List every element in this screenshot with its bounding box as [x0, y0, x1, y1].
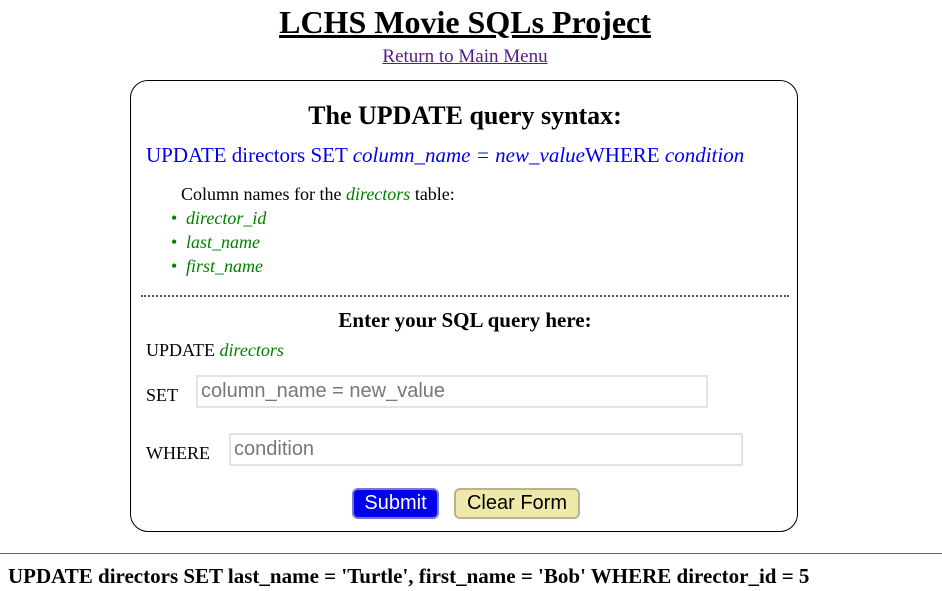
clear-form-button[interactable]: Clear Form	[454, 488, 580, 519]
set-input[interactable]	[196, 375, 708, 408]
column-intro-table-name: directors	[345, 184, 411, 204]
syntax-title: The UPDATE query syntax:	[308, 101, 622, 130]
syntax-condition: condition	[664, 143, 745, 167]
update-keyword: UPDATE	[146, 340, 216, 360]
column-name: director_id	[186, 208, 267, 228]
where-label: WHERE	[146, 443, 210, 463]
syntax-column-value: column_name = new_value	[352, 143, 585, 167]
syntax-update-keyword: UPDATE directors SET	[146, 143, 348, 167]
dotted-divider	[141, 295, 789, 297]
page: LCHS Movie SQLs Project Return to Main M…	[0, 0, 942, 591]
column-intro-prefix: Column names for the	[181, 184, 342, 204]
query-card: The UPDATE query syntax: UPDATE director…	[130, 80, 798, 532]
set-label: SET	[146, 385, 179, 405]
bullet-icon: •	[171, 232, 178, 252]
update-table-name: directors	[219, 340, 284, 360]
column-list: • director_id • last_name • first_name	[171, 206, 266, 278]
bullet-icon: •	[171, 256, 178, 276]
page-title: LCHS Movie SQLs Project	[279, 4, 651, 40]
column-intro-suffix: table:	[414, 184, 455, 204]
column-name: first_name	[186, 256, 264, 276]
enter-query-title: Enter your SQL query here:	[338, 308, 592, 332]
column-names-intro: Column names for the directors table:	[181, 184, 455, 205]
return-to-main-menu-link[interactable]: Return to Main Menu	[0, 46, 930, 68]
update-label: UPDATE directors	[146, 340, 284, 361]
submit-button[interactable]: Submit	[352, 488, 439, 519]
bullet-icon: •	[171, 208, 178, 228]
horizontal-rule	[0, 553, 942, 554]
result-query: UPDATE directors SET last_name = 'Turtle…	[8, 564, 810, 588]
column-item: • first_name	[171, 254, 266, 278]
column-item: • last_name	[171, 230, 266, 254]
where-input[interactable]	[229, 433, 743, 466]
column-name: last_name	[186, 232, 260, 252]
syntax-line: UPDATE directors SET column_name = new_v…	[146, 143, 744, 168]
column-item: • director_id	[171, 206, 266, 230]
syntax-where-keyword: WHERE	[584, 143, 660, 167]
